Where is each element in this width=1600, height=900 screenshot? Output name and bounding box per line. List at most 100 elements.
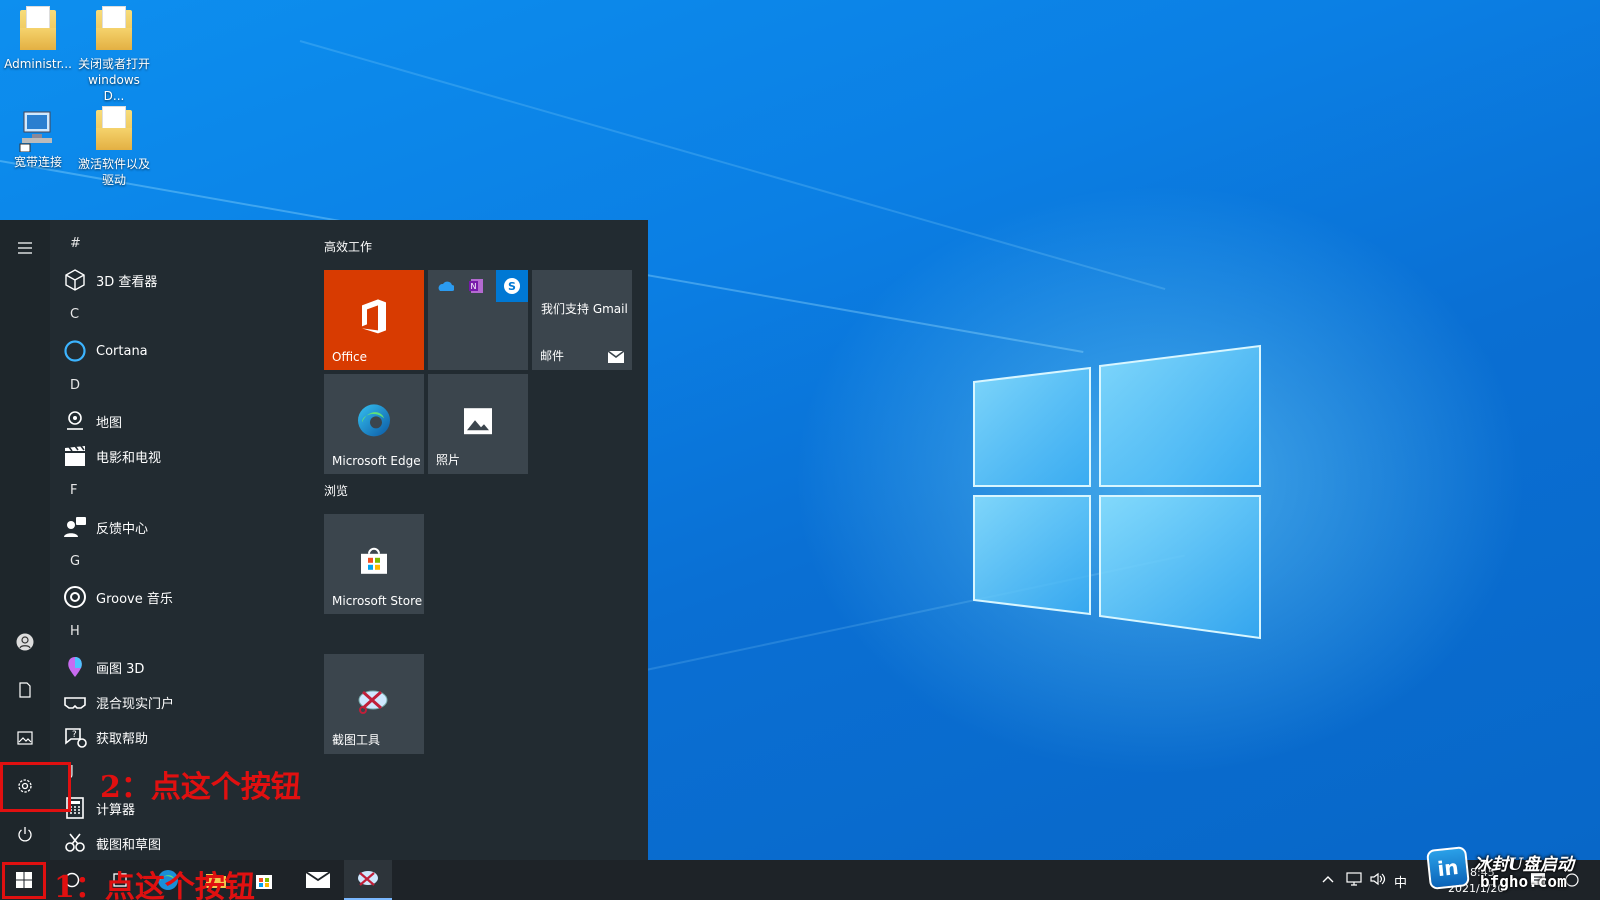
mail-envelope-icon (608, 351, 624, 363)
app-mixed-reality-portal[interactable]: 混合现实门户 (62, 685, 174, 719)
desktop-icon-label: 宽带连接 (13, 155, 62, 169)
app-label: 地图 (96, 415, 123, 431)
onedrive-icon (438, 281, 454, 291)
letter-header-g[interactable]: G (70, 554, 80, 574)
tile-label: Microsoft Edge (332, 454, 421, 468)
user-folder-icon (18, 6, 58, 54)
network-computer-icon (18, 108, 58, 153)
app-label: 电影和电视 (96, 450, 162, 466)
app-snip-sketch[interactable]: 截图和草图 (62, 826, 161, 860)
app-label: 反馈中心 (96, 521, 149, 537)
app-get-help[interactable]: ? 获取帮助 (62, 720, 148, 754)
svg-text:?: ? (72, 730, 77, 740)
letter-header-f[interactable]: F (70, 483, 77, 503)
app-label: Cortana (96, 343, 148, 359)
tile-onedrive-onenote-skype[interactable]: N S (428, 270, 528, 370)
app-groove-music[interactable]: Groove 音乐 (62, 580, 173, 614)
tile-microsoft-edge[interactable]: Microsoft Edge (324, 374, 424, 474)
app-label: 混合现实门户 (96, 696, 175, 712)
letter-header-c[interactable]: C (70, 307, 79, 327)
taskbar-snipping-tool[interactable] (344, 860, 392, 900)
taskbar-mail[interactable] (294, 860, 342, 900)
hamburger-menu-button[interactable] (0, 226, 50, 270)
document-icon (19, 682, 31, 698)
annotation-box-settings (0, 762, 71, 812)
tile-group-browse[interactable]: 浏览 (324, 482, 348, 499)
feedback-icon (62, 514, 88, 540)
app-paint-3d[interactable]: 画图 3D (62, 650, 144, 684)
watermark-logo-icon: in (1426, 846, 1470, 890)
cube-icon (62, 267, 88, 293)
help-icon: ? (62, 724, 88, 750)
map-pin-icon (62, 408, 88, 434)
letter-header-d[interactable]: D (70, 378, 80, 398)
app-maps[interactable]: 地图 (62, 404, 122, 438)
app-feedback-hub[interactable]: 反馈中心 (62, 510, 148, 544)
edge-icon (358, 404, 390, 437)
desktop-icon-label: 关闭或者打开 windows D... (77, 57, 150, 103)
clapperboard-icon (62, 443, 88, 469)
app-label: 截图和草图 (96, 837, 162, 853)
tile-label: 邮件 (540, 349, 565, 363)
tile-group-productivity[interactable]: 高效工作 (324, 238, 372, 255)
tile-office[interactable]: Office (324, 270, 424, 370)
document-folder-icon (94, 6, 134, 54)
desktop-icon-toggle-windows-defender[interactable]: 关闭或者打开 windows D... (76, 6, 152, 104)
letter-header-h[interactable]: H (70, 624, 80, 644)
tile-microsoft-store[interactable]: Microsoft Store (324, 514, 424, 614)
annotation-box-start (2, 862, 46, 899)
hamburger-icon (18, 242, 32, 254)
tile-label: 截图工具 (332, 733, 381, 747)
start-menu: # 3D 查看器 C Cortana D 地图 电影和电视 F 反馈中心 G G… (0, 220, 648, 860)
user-account-button[interactable] (0, 620, 50, 664)
tile-photos[interactable]: 照片 (428, 374, 528, 474)
office-icon (362, 299, 386, 334)
user-avatar-icon (16, 633, 34, 651)
annotation-step1-text: 1：点这个按钮 (54, 870, 255, 900)
desktop-icon-label: Administr... (4, 57, 72, 71)
tile-label: Office (332, 350, 368, 364)
power-icon (18, 827, 32, 842)
tile-mail[interactable]: 我们支持 Gmail 邮件 (532, 270, 632, 370)
paint3d-icon (62, 654, 88, 680)
folder-icon (94, 106, 134, 154)
picture-icon (17, 731, 33, 745)
app-cortana[interactable]: Cortana (62, 334, 148, 368)
app-label: 画图 3D (96, 661, 145, 677)
desktop-icon-broadband[interactable]: 宽带连接 (0, 108, 76, 170)
app-label: 获取帮助 (96, 731, 149, 747)
scissors-icon (358, 871, 378, 886)
documents-button[interactable] (0, 668, 50, 712)
store-bag-icon (361, 547, 387, 574)
annotation-step2-text: 2：点这个按钮 (100, 770, 301, 805)
watermark: in 冰封U盘启动 bfgho.com (1424, 846, 1600, 900)
groove-icon (62, 584, 88, 610)
app-3d-viewer[interactable]: 3D 查看器 (62, 263, 157, 297)
photos-icon (464, 408, 492, 435)
snip-sketch-icon (62, 830, 88, 856)
app-movies-tv[interactable]: 电影和电视 (62, 439, 161, 473)
tile-label: 照片 (436, 453, 461, 467)
skype-badge: S (496, 270, 528, 302)
tile-gmail-text: 我们支持 Gmail (541, 302, 628, 316)
ime-indicator[interactable]: 中 (1394, 872, 1407, 891)
tile-snipping-tool[interactable]: 截图工具 (324, 654, 424, 754)
desktop-icon-label: 激活软件以及 驱动 (77, 157, 150, 187)
onenote-icon: N (469, 279, 483, 293)
skype-icon: S (504, 278, 520, 294)
app-label: 3D 查看器 (96, 274, 158, 290)
mail-envelope-icon (306, 872, 330, 888)
power-button[interactable] (0, 812, 50, 856)
cortana-icon (62, 338, 88, 364)
mixed-reality-icon (62, 689, 88, 715)
chevron-up-icon[interactable] (1322, 874, 1334, 884)
tile-label: Microsoft Store (332, 594, 423, 608)
desktop-icon-activation-drivers[interactable]: 激活软件以及 驱动 (76, 106, 152, 188)
svg-text:S: S (508, 280, 516, 293)
desktop-icon-administrator[interactable]: Administr... (0, 6, 76, 72)
network-icon[interactable] (1346, 872, 1362, 886)
letter-header-hash[interactable]: # (70, 236, 81, 256)
volume-icon[interactable] (1370, 872, 1386, 886)
pictures-button[interactable] (0, 716, 50, 760)
windows-logo-wallpaper (973, 344, 1261, 640)
